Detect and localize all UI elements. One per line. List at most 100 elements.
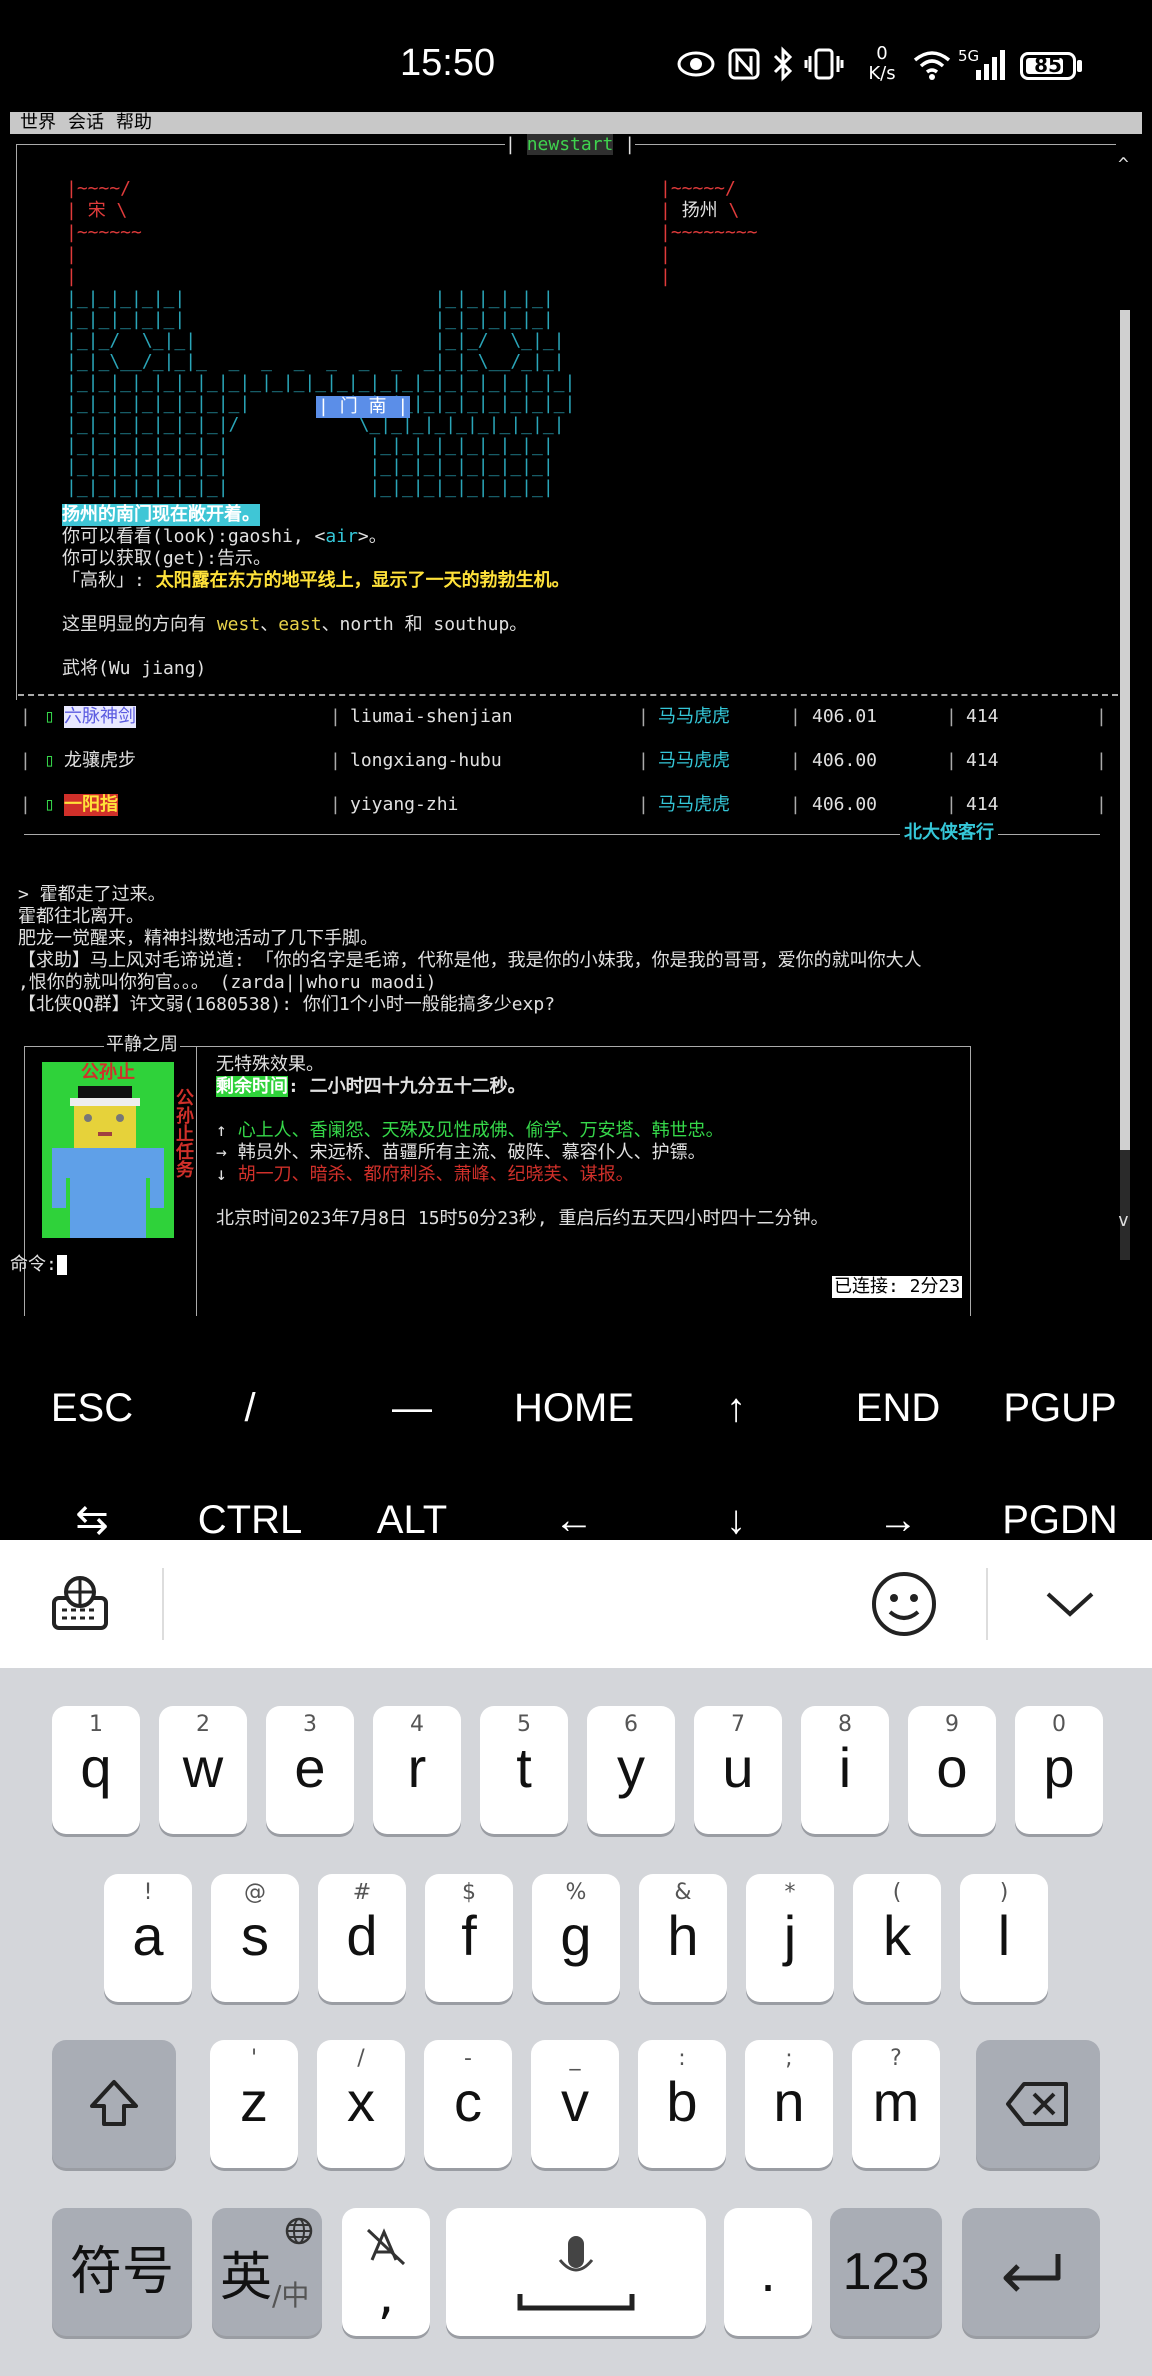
- key-s[interactable]: @ s: [211, 1874, 299, 2002]
- menu-help[interactable]: 帮助: [116, 112, 152, 133]
- numbers-key[interactable]: 123: [830, 2208, 942, 2336]
- key-hint: :: [678, 2046, 686, 2071]
- avatar-name: 公孙止: [81, 1062, 135, 1083]
- skill-num: 414: [966, 794, 999, 815]
- period-key[interactable]: .: [724, 2208, 812, 2336]
- scrollbar[interactable]: [1120, 310, 1130, 1260]
- key-h[interactable]: & h: [639, 1874, 727, 2002]
- key-k[interactable]: (k: [853, 1874, 941, 2002]
- right-arrow-icon: →: [216, 1142, 227, 1163]
- skill-name[interactable]: 六脉神剑: [64, 706, 136, 728]
- panel-divider: [196, 1046, 197, 1362]
- key-q[interactable]: 1q: [52, 1706, 140, 1834]
- scrollbar-thumb[interactable]: [1120, 310, 1130, 1150]
- key-hint: @: [244, 1880, 266, 1905]
- room-frame-title: | newstart |: [505, 134, 636, 156]
- menu-world[interactable]: 世界: [20, 112, 56, 133]
- key-a[interactable]: ! a: [104, 1874, 192, 2002]
- language-key[interactable]: 英 /中: [212, 2208, 322, 2336]
- key-label: l: [997, 1904, 1011, 1967]
- key-i[interactable]: 8i: [801, 1706, 889, 1834]
- scroll-down-icon[interactable]: v: [1118, 1210, 1129, 1232]
- skill-id: longxiang-hubu: [350, 750, 502, 771]
- key-label: u: [722, 1736, 754, 1799]
- command-line[interactable]: 命令:: [10, 1254, 67, 1276]
- punct-label: ,: [377, 2266, 395, 2326]
- extra-keys-bar: ESC / — HOME ↑ END PGUP ⇆ CTRL ALT ← ↓ → PGDN: [0, 1316, 1152, 1542]
- skill-id: yiyang-zhi: [350, 794, 459, 815]
- key-w[interactable]: 2w: [159, 1706, 247, 1834]
- key-u[interactable]: 7u: [694, 1706, 782, 1834]
- message-line: 【求助】马上风对毛谛说道: 「你的名字是毛谛，代称是他，我是你的小妹我，你是我的…: [18, 950, 922, 971]
- key-e[interactable]: 3e: [266, 1706, 354, 1834]
- room-desc-highlight: 扬州的南门现在敞开着。: [62, 504, 260, 526]
- key-b[interactable]: :b: [638, 2040, 726, 2168]
- table-footer: 北大侠客行: [900, 822, 998, 844]
- key-hint: -: [464, 2046, 472, 2071]
- key-hint: ?: [890, 2046, 902, 2071]
- message-line: 【北侠QQ群】许文弱(1680538): 你们1个小时一般能搞多少exp?: [18, 994, 556, 1015]
- table-border: |: [1096, 794, 1107, 815]
- key-label: a: [132, 1904, 164, 1967]
- skill-name[interactable]: 一阳指: [64, 794, 118, 816]
- pgup-key[interactable]: PGUP: [980, 1368, 1140, 1448]
- key-m[interactable]: ? m: [852, 2040, 940, 2168]
- space-key[interactable]: [446, 2208, 706, 2336]
- scroll-up-icon[interactable]: ^: [1118, 154, 1129, 176]
- key-r[interactable]: 4r: [373, 1706, 461, 1834]
- exit-west[interactable]: west: [217, 614, 260, 635]
- backspace-key[interactable]: [976, 2040, 1100, 2168]
- shift-key[interactable]: [52, 2040, 176, 2168]
- key-p[interactable]: 0p: [1015, 1706, 1103, 1834]
- skill-num: 414: [966, 750, 999, 771]
- key-l[interactable]: ) l: [960, 1874, 1048, 2002]
- left-sign-top: |~~~~/: [66, 178, 132, 199]
- home-key[interactable]: HOME: [494, 1368, 654, 1448]
- key-x[interactable]: / x: [317, 2040, 405, 2168]
- dash-key[interactable]: —: [332, 1368, 492, 1448]
- skill-name[interactable]: 龙骧虎步: [64, 750, 136, 772]
- clock: 15:50: [400, 42, 496, 84]
- key-d[interactable]: # d: [318, 1874, 406, 2002]
- table-border: |: [946, 706, 957, 727]
- key-v[interactable]: _ v: [531, 2040, 619, 2168]
- exit-rest: 、north 和 southup。: [321, 614, 528, 635]
- punctuation-key[interactable]: ,: [342, 2208, 430, 2336]
- esc-key[interactable]: ESC: [12, 1368, 172, 1448]
- exit-east[interactable]: east: [278, 614, 321, 635]
- avatar-brim: [70, 1098, 140, 1106]
- right-pole: | |: [660, 244, 671, 287]
- emoji-icon[interactable]: [870, 1570, 938, 1638]
- terminal[interactable]: | newstart | |~~~~/ | 宋 \ |~~~~~~ | | |~…: [0, 134, 1152, 1362]
- up-arrow-key[interactable]: ↑: [656, 1368, 816, 1448]
- end-key[interactable]: END: [818, 1368, 978, 1448]
- key-z[interactable]: ' z: [210, 2040, 298, 2168]
- collapse-keyboard-icon[interactable]: [1040, 1584, 1100, 1624]
- table-border: |: [20, 794, 31, 815]
- key-label: x: [347, 2070, 375, 2133]
- enter-icon: [1003, 2254, 1061, 2292]
- npc-line[interactable]: 武将(Wu jiang): [62, 658, 206, 680]
- key-f[interactable]: $ f: [425, 1874, 513, 2002]
- slash-key[interactable]: /: [170, 1368, 330, 1448]
- key-label: j: [783, 1904, 797, 1967]
- key-y[interactable]: 6y: [587, 1706, 675, 1834]
- keyboard-settings-icon[interactable]: [48, 1572, 112, 1636]
- enter-key[interactable]: [962, 2208, 1100, 2336]
- key-label: m: [872, 2070, 920, 2133]
- right-sign: | 扬州 \: [660, 200, 740, 221]
- bluetooth-icon: [770, 44, 796, 84]
- menu-session[interactable]: 会话: [68, 112, 104, 133]
- battery-level: 85: [1034, 53, 1062, 77]
- key-n[interactable]: ; n: [745, 2040, 833, 2168]
- look-prefix: 你可以看看(look):gaoshi, <: [62, 526, 326, 547]
- key-o[interactable]: 9o: [908, 1706, 996, 1834]
- key-g[interactable]: % g: [532, 1874, 620, 2002]
- symbols-key[interactable]: 符号: [52, 2208, 192, 2336]
- net-speed-value: 0: [876, 43, 888, 64]
- look-object[interactable]: air: [325, 526, 358, 547]
- key-j[interactable]: * j: [746, 1874, 834, 2002]
- key-c[interactable]: -c: [424, 2040, 512, 2168]
- key-t[interactable]: 5t: [480, 1706, 568, 1834]
- table-border: |: [1096, 706, 1107, 727]
